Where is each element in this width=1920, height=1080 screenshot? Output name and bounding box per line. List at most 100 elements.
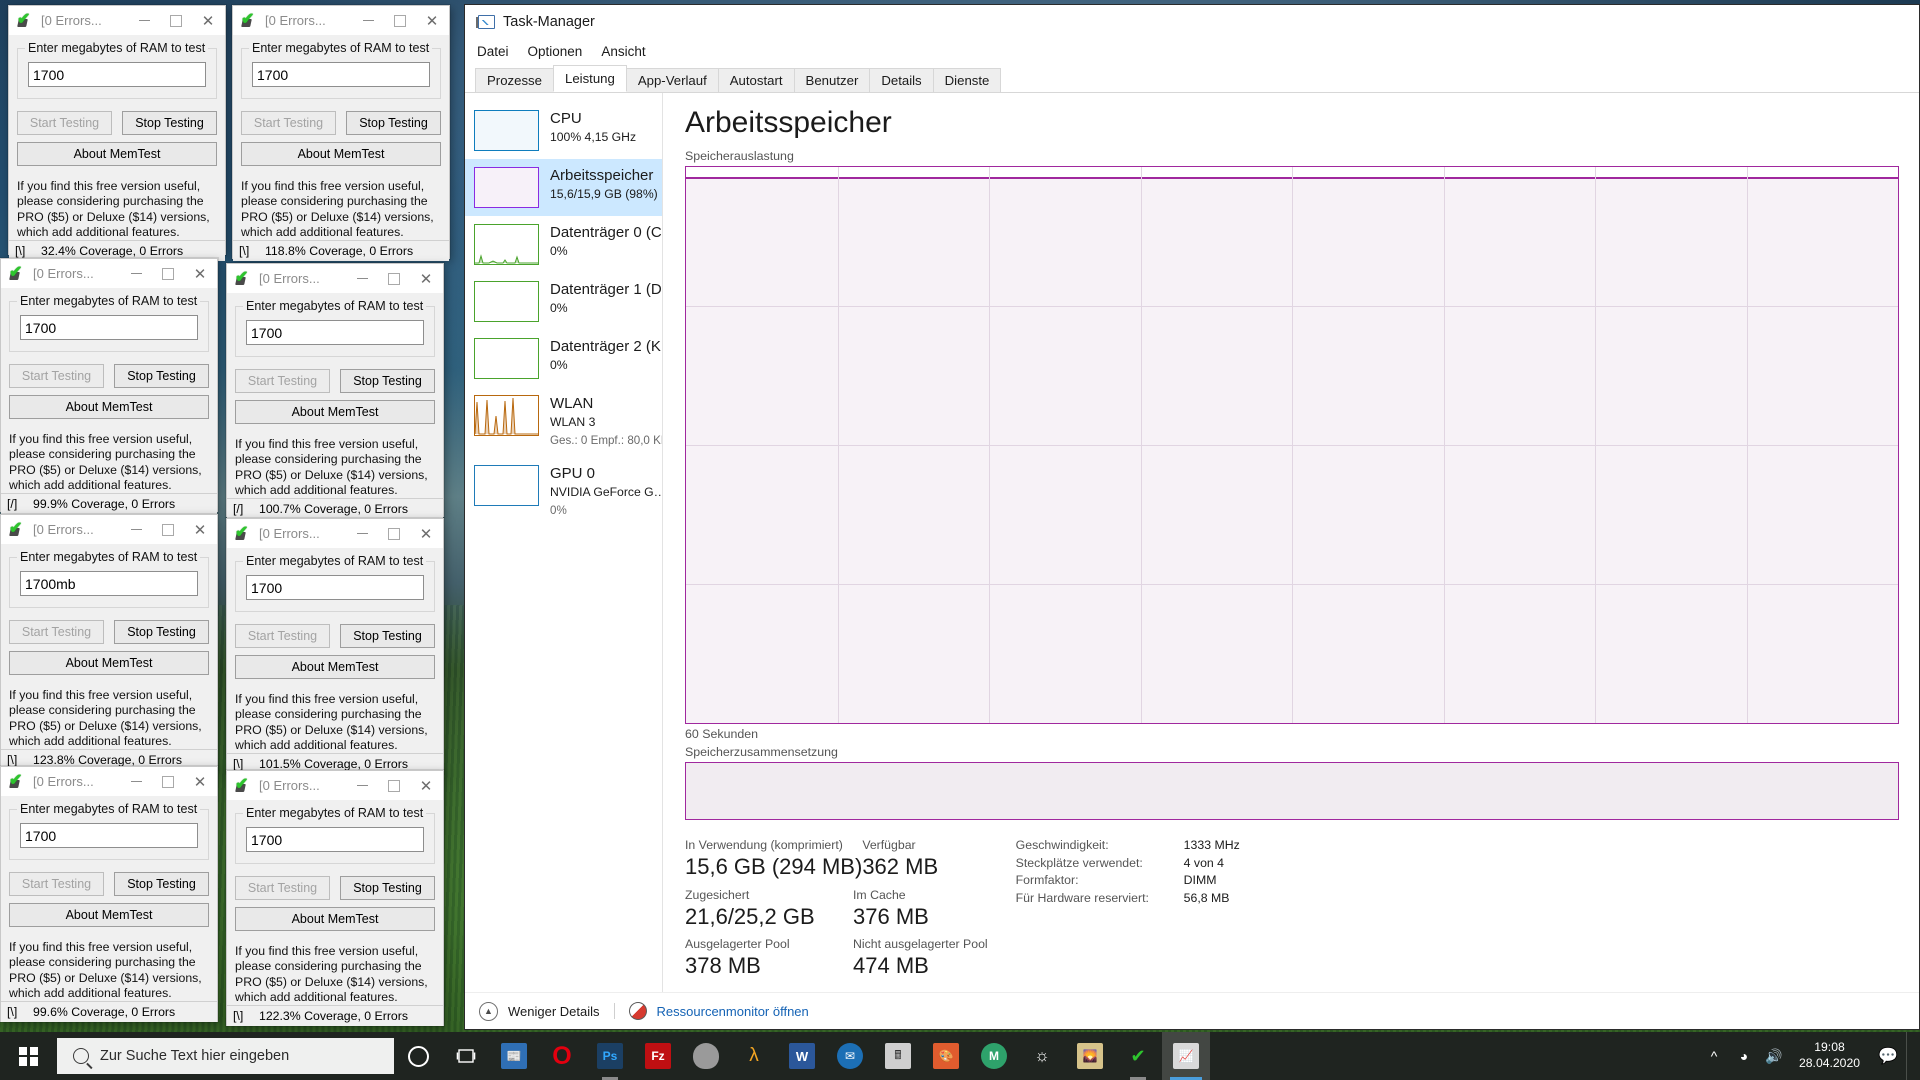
- about-memtest-button[interactable]: About MemTest: [17, 142, 217, 166]
- ram-megabytes-input[interactable]: 1700: [20, 823, 198, 848]
- minimize-button[interactable]: [353, 6, 384, 35]
- wifi-icon[interactable]: ◕: [1729, 1032, 1759, 1080]
- task-view-icon[interactable]: [442, 1032, 490, 1080]
- start-testing-button[interactable]: Start Testing: [9, 620, 104, 644]
- close-button[interactable]: ✕: [415, 6, 449, 35]
- show-desktop-button[interactable]: [1906, 1032, 1914, 1080]
- ram-megabytes-input[interactable]: 1700: [246, 827, 424, 852]
- tab-app-verlauf[interactable]: App-Verlauf: [625, 68, 719, 92]
- maximize-button[interactable]: [384, 6, 415, 35]
- blackmagic-icon[interactable]: [682, 1032, 730, 1080]
- tab-details[interactable]: Details: [869, 68, 934, 92]
- minimize-button[interactable]: [129, 6, 160, 35]
- less-details-button[interactable]: Weniger Details: [508, 1004, 600, 1019]
- minimize-button[interactable]: [121, 259, 152, 288]
- task-manager-footer[interactable]: ▲ Weniger Details Ressourcenmonitor öffn…: [465, 992, 1919, 1029]
- resource-monitor-icon[interactable]: [628, 1002, 647, 1020]
- ram-megabytes-input[interactable]: 1700: [246, 575, 424, 600]
- memtest-icon[interactable]: ✔: [1114, 1032, 1162, 1080]
- menu-bar[interactable]: Datei Optionen Ansicht: [465, 38, 1919, 64]
- news-interests-icon[interactable]: 📰: [490, 1032, 538, 1080]
- maximize-button[interactable]: [152, 515, 183, 544]
- tab-bar[interactable]: Prozesse Leistung App-Verlauf Autostart …: [465, 64, 1919, 93]
- stop-testing-button[interactable]: Stop Testing: [114, 364, 209, 388]
- memtest-window-2[interactable]: ✔ [0 Errors... ✕ Enter megabytes of RAM …: [232, 5, 450, 262]
- stop-testing-button[interactable]: Stop Testing: [122, 111, 217, 135]
- titlebar[interactable]: ✔ [0 Errors... ✕: [9, 6, 225, 36]
- search-input[interactable]: Zur Suche Text hier eingeben: [57, 1038, 394, 1074]
- start-testing-button[interactable]: Start Testing: [9, 364, 104, 388]
- ram-megabytes-input[interactable]: 1700: [20, 315, 198, 340]
- brightness-icon[interactable]: ☼: [1018, 1032, 1066, 1080]
- task-manager-titlebar[interactable]: Task-Manager: [465, 5, 1919, 38]
- titlebar[interactable]: ✔ [0 Errors... ✕: [1, 767, 217, 797]
- clock[interactable]: 19:08 28.04.2020: [1789, 1032, 1870, 1080]
- ram-megabytes-input[interactable]: 1700: [246, 320, 424, 345]
- paint-icon[interactable]: 🎨: [922, 1032, 970, 1080]
- minimize-button[interactable]: [347, 264, 378, 293]
- titlebar[interactable]: ✔ [0 Errors... ✕: [227, 519, 443, 549]
- maximize-button[interactable]: [378, 771, 409, 800]
- stop-testing-button[interactable]: Stop Testing: [340, 369, 435, 393]
- stop-testing-button[interactable]: Stop Testing: [340, 624, 435, 648]
- sidebar-item-datentraeger-2[interactable]: Datenträger 2 (K:) 0%: [465, 330, 662, 387]
- volume-icon[interactable]: 🔊: [1759, 1032, 1789, 1080]
- minimize-button[interactable]: [121, 767, 152, 796]
- about-memtest-button[interactable]: About MemTest: [9, 903, 209, 927]
- minimize-button[interactable]: [347, 771, 378, 800]
- close-button[interactable]: ✕: [409, 519, 443, 548]
- start-testing-button[interactable]: Start Testing: [235, 876, 330, 900]
- close-button[interactable]: ✕: [183, 515, 217, 544]
- menu-item-optionen[interactable]: Optionen: [528, 44, 583, 59]
- show-hidden-icons-chevron[interactable]: ^: [1699, 1032, 1729, 1080]
- minimize-button[interactable]: [347, 519, 378, 548]
- close-button[interactable]: ✕: [409, 771, 443, 800]
- maximize-button[interactable]: [378, 519, 409, 548]
- maximize-button[interactable]: [152, 259, 183, 288]
- start-testing-button[interactable]: Start Testing: [241, 111, 336, 135]
- titlebar[interactable]: ✔ [0 Errors... ✕: [227, 264, 443, 294]
- open-resource-monitor-link[interactable]: Ressourcenmonitor öffnen: [657, 1004, 809, 1019]
- start-testing-button[interactable]: Start Testing: [9, 872, 104, 896]
- word-icon[interactable]: W: [778, 1032, 826, 1080]
- about-memtest-button[interactable]: About MemTest: [235, 907, 435, 931]
- menu-item-datei[interactable]: Datei: [477, 44, 509, 59]
- menu-item-ansicht[interactable]: Ansicht: [601, 44, 645, 59]
- photoshop-icon[interactable]: Ps: [586, 1032, 634, 1080]
- performance-sidebar[interactable]: CPU 100% 4,15 GHz Arbeitsspeicher 15,6/1…: [465, 93, 663, 992]
- tab-benutzer[interactable]: Benutzer: [793, 68, 871, 92]
- titlebar[interactable]: ✔ [0 Errors... ✕: [227, 771, 443, 801]
- task-manager-taskbar-icon[interactable]: 📈: [1162, 1032, 1210, 1080]
- stop-testing-button[interactable]: Stop Testing: [340, 876, 435, 900]
- titlebar[interactable]: ✔ [0 Errors... ✕: [1, 515, 217, 545]
- maximize-button[interactable]: [378, 264, 409, 293]
- filezilla-icon[interactable]: Fz: [634, 1032, 682, 1080]
- windows-taskbar[interactable]: Zur Suche Text hier eingeben 📰 O Ps Fz λ…: [0, 1032, 1920, 1080]
- memtest-window-3[interactable]: ✔ [0 Errors... ✕ Enter megabytes of RAM …: [0, 258, 218, 515]
- about-memtest-button[interactable]: About MemTest: [235, 655, 435, 679]
- action-center-icon[interactable]: 💬: [1870, 1032, 1906, 1080]
- memtest-window-7[interactable]: ✔ [0 Errors... ✕ Enter megabytes of RAM …: [0, 766, 218, 1023]
- memtest-window-4[interactable]: ✔ [0 Errors... ✕ Enter megabytes of RAM …: [226, 263, 444, 520]
- tab-autostart[interactable]: Autostart: [717, 68, 795, 92]
- close-button[interactable]: ✕: [409, 264, 443, 293]
- stop-testing-button[interactable]: Stop Testing: [114, 872, 209, 896]
- about-memtest-button[interactable]: About MemTest: [9, 395, 209, 419]
- start-testing-button[interactable]: Start Testing: [235, 369, 330, 393]
- titlebar[interactable]: ✔ [0 Errors... ✕: [233, 6, 449, 36]
- memtest-window-6[interactable]: ✔ [0 Errors... ✕ Enter megabytes of RAM …: [226, 518, 444, 775]
- memtest-window-1[interactable]: ✔ [0 Errors... ✕ Enter megabytes of RAM …: [8, 5, 226, 262]
- photo-viewer-icon[interactable]: 🌄: [1066, 1032, 1114, 1080]
- tab-prozesse[interactable]: Prozesse: [475, 68, 554, 92]
- cortana-icon[interactable]: [394, 1032, 442, 1080]
- task-manager-window[interactable]: Task-Manager Datei Optionen Ansicht Proz…: [464, 4, 1920, 1030]
- ram-megabytes-input[interactable]: 1700mb: [20, 571, 198, 596]
- close-button[interactable]: ✕: [183, 259, 217, 288]
- about-memtest-button[interactable]: About MemTest: [9, 651, 209, 675]
- memtest-window-5[interactable]: ✔ [0 Errors... ✕ Enter megabytes of RAM …: [0, 514, 218, 771]
- minimize-button[interactable]: [121, 515, 152, 544]
- start-testing-button[interactable]: Start Testing: [17, 111, 112, 135]
- about-memtest-button[interactable]: About MemTest: [241, 142, 441, 166]
- tab-leistung[interactable]: Leistung: [552, 65, 627, 92]
- sidebar-item-datentraeger-1[interactable]: Datenträger 1 (D: ( 0%: [465, 273, 662, 330]
